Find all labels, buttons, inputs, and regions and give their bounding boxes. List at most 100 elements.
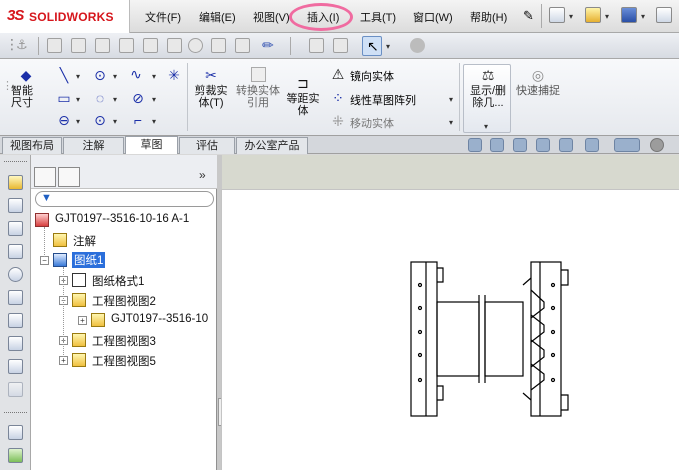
line-dropdown-icon[interactable]: ▾: [76, 72, 80, 81]
view-cube-icon[interactable]: [167, 38, 182, 53]
display-delete-relations-button[interactable]: ⚖ 显示/删除几... ▾: [463, 64, 511, 133]
fillet-icon[interactable]: ⌐: [130, 112, 146, 128]
broken-view-icon[interactable]: [8, 290, 23, 305]
polygon-dropdown-icon[interactable]: ▾: [113, 117, 117, 126]
expand-panel-icon[interactable]: »: [199, 168, 206, 182]
line-icon[interactable]: ╲: [56, 67, 72, 83]
menu-window[interactable]: 窗口(W): [413, 9, 453, 25]
tree-item-part-reference[interactable]: GJT0197--3516-10: [111, 313, 217, 325]
alternate-position-icon[interactable]: [8, 336, 23, 351]
pin-icon[interactable]: ✎: [523, 8, 534, 24]
crop-view-icon[interactable]: [8, 313, 23, 328]
offset-icon[interactable]: ⊐: [295, 75, 311, 91]
feature-manager-tab-icon[interactable]: [34, 167, 56, 187]
quick-snap-icon[interactable]: ◎: [530, 67, 546, 83]
move-dropdown-icon[interactable]: ▾: [449, 118, 453, 127]
layer-icon[interactable]: [8, 448, 23, 463]
tree-item-drawing-view5[interactable]: 工程图视图5: [92, 353, 156, 369]
rectangle-icon[interactable]: ▭: [56, 90, 72, 106]
slot-icon[interactable]: ⊖: [56, 112, 72, 128]
linear-pattern-icon[interactable]: ⁘: [330, 90, 346, 106]
model-view-icon[interactable]: [8, 175, 23, 190]
pattern-dropdown-icon[interactable]: ▾: [449, 95, 453, 104]
trim-button[interactable]: 剪裁实体(T): [191, 85, 231, 109]
view-sphere-icon[interactable]: [188, 38, 203, 53]
projected-view-icon[interactable]: [8, 198, 23, 213]
property-manager-tab-icon[interactable]: [58, 167, 80, 187]
tab-view-layout[interactable]: 视图布局: [2, 137, 62, 154]
tab-sketch[interactable]: 草图: [125, 136, 178, 154]
spline-dropdown-icon[interactable]: ▾: [152, 72, 156, 81]
menu-tools[interactable]: 工具(T): [360, 9, 396, 25]
view-cube-icon[interactable]: [71, 38, 86, 53]
zoom-area-icon[interactable]: [490, 138, 504, 152]
convert-entities-button[interactable]: 转换实体引用: [236, 85, 280, 109]
pen-icon[interactable]: ✏: [262, 37, 274, 54]
linear-pattern-label[interactable]: 线性草图阵列: [350, 92, 416, 108]
smart-dimension-button[interactable]: 智能尺寸: [7, 85, 37, 109]
view-cube-icon[interactable]: [95, 38, 110, 53]
save-icon[interactable]: [621, 7, 637, 23]
standard-3-view-icon[interactable]: [8, 359, 23, 374]
auxiliary-view-icon[interactable]: [8, 221, 23, 236]
tree-item-sheet1[interactable]: 图纸1: [72, 252, 106, 268]
move-entities-label[interactable]: 移动实体: [350, 115, 394, 131]
tree-item-sheet-format1[interactable]: 图纸格式1: [92, 273, 144, 289]
menu-file[interactable]: 文件(F): [145, 9, 181, 25]
tab-evaluate[interactable]: 评估: [179, 137, 235, 154]
menu-edit[interactable]: 编辑(E): [199, 9, 236, 25]
rectangle-dropdown-icon[interactable]: ▾: [76, 95, 80, 104]
offset-entities-button[interactable]: 等距实体: [283, 93, 323, 117]
open-folder-icon[interactable]: [585, 7, 601, 23]
hide-show-icon[interactable]: [614, 138, 640, 152]
new-dropdown-icon[interactable]: ▾: [569, 12, 573, 21]
ellipse-icon[interactable]: ⊘: [130, 90, 146, 106]
tree-item-drawing-view2[interactable]: 工程图视图2: [92, 293, 156, 309]
move-icon[interactable]: ⁜: [330, 113, 346, 129]
tab-annotation[interactable]: 注解: [63, 137, 124, 154]
view-cube-icon[interactable]: [211, 38, 226, 53]
polygon-icon[interactable]: ⊙: [92, 112, 108, 128]
tab-office-products[interactable]: 办公室产品: [236, 137, 308, 154]
menu-view[interactable]: 视图(V): [253, 9, 290, 25]
open-dropdown-icon[interactable]: ▾: [605, 12, 609, 21]
quick-snap-button[interactable]: 快速捕捉: [516, 85, 560, 97]
tree-item-drawing-view3[interactable]: 工程图视图3: [92, 333, 156, 349]
view-cube-icon[interactable]: [143, 38, 158, 53]
tree-root-document[interactable]: GJT0197--3516-10-16 A-1: [55, 213, 189, 225]
collapse-sheet-icon[interactable]: −: [40, 256, 49, 265]
print-icon[interactable]: [656, 7, 672, 23]
smart-dimension-icon[interactable]: ◆: [18, 67, 34, 83]
view-cube-icon[interactable]: [47, 38, 62, 53]
arc-dropdown-icon[interactable]: ▾: [113, 95, 117, 104]
pan-icon[interactable]: [513, 138, 527, 152]
select-dropdown-icon[interactable]: ▾: [386, 42, 390, 51]
mirror-icon[interactable]: ⚠: [330, 66, 346, 82]
expand-part-icon[interactable]: +: [78, 316, 87, 325]
drawing-sheet[interactable]: [221, 189, 679, 470]
view-cube-icon[interactable]: [235, 38, 250, 53]
view-orientation-icon[interactable]: [559, 138, 573, 152]
anchor-icon[interactable]: ⚓: [16, 37, 28, 53]
mirror-entities-label[interactable]: 镜向实体: [350, 68, 394, 84]
new-document-icon[interactable]: [549, 7, 565, 23]
fillet-dropdown-icon[interactable]: ▾: [152, 117, 156, 126]
save-dropdown-icon[interactable]: ▾: [641, 12, 645, 21]
table-icon[interactable]: [8, 425, 23, 440]
trim-icon[interactable]: ✂: [203, 67, 219, 83]
display-style-icon[interactable]: [585, 138, 599, 152]
circle-dropdown-icon[interactable]: ▾: [113, 72, 117, 81]
section-view-icon[interactable]: [8, 244, 23, 259]
tree-filter-input[interactable]: ▼: [35, 191, 214, 207]
point-icon[interactable]: ✳: [166, 67, 182, 83]
convert-entities-icon[interactable]: [251, 67, 266, 82]
drawing-view-part[interactable]: [222, 190, 679, 470]
appearance-icon[interactable]: [650, 138, 664, 152]
view-cube-icon[interactable]: [119, 38, 134, 53]
zoom-to-fit-icon[interactable]: [468, 138, 482, 152]
circle-icon[interactable]: ⊙: [92, 67, 108, 83]
ellipse-dropdown-icon[interactable]: ▾: [152, 95, 156, 104]
rotate-icon[interactable]: [536, 138, 550, 152]
spline-icon[interactable]: ∿: [128, 66, 144, 82]
menu-help[interactable]: 帮助(H): [470, 9, 507, 25]
